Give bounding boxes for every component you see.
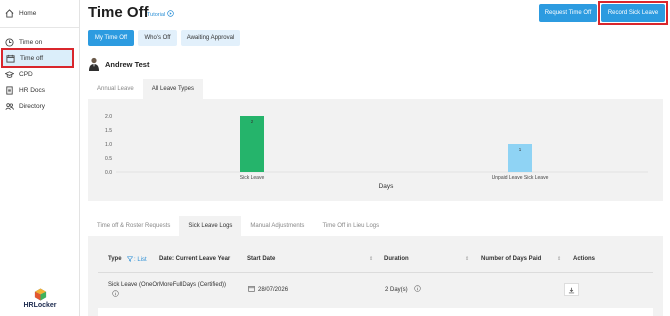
column-days-paid[interactable]: Number of Days Paid bbox=[481, 256, 541, 262]
y-tick-label: 1.0 bbox=[105, 142, 112, 148]
sidebar-item-home[interactable]: Home bbox=[2, 4, 74, 22]
logo-mark-icon bbox=[34, 288, 47, 301]
my-time-off-button[interactable]: My Time Off bbox=[88, 30, 134, 46]
sort-icon[interactable]: ⇕ bbox=[465, 256, 469, 262]
tab-manual-adjustments[interactable]: Manual Adjustments bbox=[241, 216, 313, 236]
cell-type: Sick Leave (OneOrMoreFullDays (Certified… bbox=[108, 282, 227, 288]
tab-all-leave-types[interactable]: All Leave Types bbox=[142, 79, 203, 99]
tab-sick-leave-logs[interactable]: Sick Leave Logs bbox=[179, 216, 242, 236]
calendar-icon bbox=[248, 285, 255, 294]
cell-duration: 2 Day(s) bbox=[385, 285, 421, 294]
home-icon bbox=[5, 8, 14, 18]
logo-text: HRLocker bbox=[23, 302, 57, 309]
type-filter[interactable]: : List bbox=[126, 256, 147, 264]
x-axis-label: Days bbox=[379, 183, 395, 190]
leave-type-tabs: Annual Leave All Leave Types bbox=[88, 79, 203, 99]
page-title: Time Off bbox=[88, 4, 149, 21]
record-sick-leave-button[interactable]: Record Sick Leave bbox=[601, 4, 665, 22]
document-icon bbox=[5, 85, 14, 95]
y-tick-label: 0.5 bbox=[105, 156, 112, 162]
request-time-off-button[interactable]: Request Time Off bbox=[539, 4, 597, 22]
graduation-cap-icon bbox=[5, 70, 14, 79]
sort-icon[interactable]: ⇕ bbox=[369, 256, 373, 262]
user-header: Andrew Test bbox=[88, 57, 149, 71]
sidebar-item-label: Time off bbox=[20, 54, 44, 62]
whos-off-button[interactable]: Who's Off bbox=[138, 30, 177, 46]
x-category-label: Sick Leave bbox=[240, 175, 265, 181]
calendar-icon bbox=[6, 54, 15, 63]
divider bbox=[0, 27, 79, 28]
sidebar-item-label: Directory bbox=[19, 102, 46, 110]
column-start-date[interactable]: Start Date bbox=[247, 256, 275, 262]
hrlocker-logo: HRLocker bbox=[14, 288, 66, 314]
sidebar-item-label: HR Docs bbox=[19, 86, 46, 94]
filter-list-link[interactable]: : List bbox=[134, 257, 147, 263]
filter-icon bbox=[126, 256, 134, 264]
y-tick-label: 2.0 bbox=[105, 114, 112, 120]
people-icon bbox=[5, 102, 14, 111]
info-icon[interactable] bbox=[112, 290, 119, 299]
sidebar-item-label: Time on bbox=[19, 38, 43, 46]
tutorial-label: Tutorial bbox=[147, 11, 166, 18]
tab-annual-leave[interactable]: Annual Leave bbox=[88, 79, 143, 99]
download-icon bbox=[568, 281, 575, 299]
date-filter[interactable]: Date: Current Leave Year bbox=[159, 256, 230, 262]
tab-time-off-roster-requests[interactable]: Time off & Roster Requests bbox=[88, 216, 179, 236]
leave-days-chart: 0.00.51.01.52.02Sick Leave1Unpaid Leave … bbox=[105, 114, 648, 190]
bar-sick-leave bbox=[240, 116, 264, 172]
awaiting-approval-button[interactable]: Awaiting Approval bbox=[181, 30, 240, 46]
download-button[interactable] bbox=[564, 283, 579, 296]
column-type-label: Type bbox=[108, 256, 122, 262]
play-circle-icon bbox=[167, 10, 174, 19]
sidebar-item-directory[interactable]: Directory bbox=[2, 97, 74, 115]
next-row-placeholder bbox=[98, 308, 653, 316]
y-tick-label: 0.0 bbox=[105, 170, 112, 176]
duration-value: 2 Day(s) bbox=[385, 286, 408, 293]
sort-icon[interactable]: ⇕ bbox=[557, 256, 561, 262]
column-type: Type bbox=[108, 256, 122, 262]
sidebar-item-label: Home bbox=[19, 9, 37, 17]
leave-chart-panel: 0.0 0.5 1.0 1.5 2.0 2 Sick Leave 1 Unpaid Leave … bbox=[88, 99, 663, 201]
x-category-label: Unpaid Leave Sick Leave bbox=[492, 175, 549, 181]
log-tabs: Time off & Roster Requests Sick Leave Lo… bbox=[88, 216, 388, 236]
cell-start-date: 28/07/2026 bbox=[248, 285, 288, 294]
sidebar-item-label: CPD bbox=[19, 70, 33, 78]
clock-icon bbox=[5, 37, 14, 47]
tab-time-off-in-lieu-logs[interactable]: Time Off in Lieu Logs bbox=[313, 216, 388, 236]
y-tick-label: 1.5 bbox=[105, 128, 112, 134]
info-icon[interactable] bbox=[413, 285, 421, 294]
column-actions: Actions bbox=[573, 256, 596, 262]
user-name: Andrew Test bbox=[105, 59, 150, 69]
avatar bbox=[88, 57, 100, 71]
sidebar: Home Time on Time off CPD HR Docs Direct… bbox=[0, 0, 80, 316]
row-divider bbox=[98, 272, 653, 273]
column-duration[interactable]: Duration bbox=[384, 256, 409, 262]
tutorial-link[interactable]: Tutorial bbox=[147, 10, 174, 19]
sick-leave-table: Type : List Date: Current Leave Year Sta… bbox=[88, 236, 663, 316]
start-date-value: 28/07/2026 bbox=[258, 286, 289, 293]
